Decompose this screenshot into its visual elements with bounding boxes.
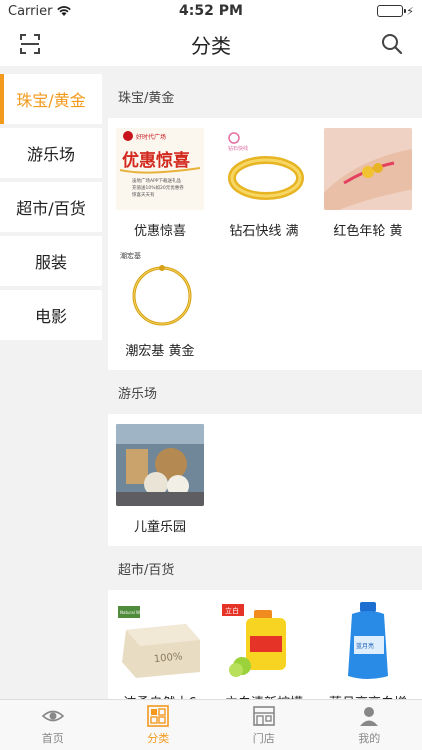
gold-bangle-image: 钻石快线 bbox=[220, 128, 308, 210]
svg-text:惊喜天天有: 惊喜天天有 bbox=[132, 191, 155, 198]
promo-headline: 优惠惊喜 bbox=[122, 150, 190, 171]
section-grid-jewelry: 好时代广场 优惠惊喜 凌地广场APP下载送礼品 充值送10%如20元优惠券 惊喜… bbox=[108, 118, 422, 370]
promo-poster-image: 好时代广场 优惠惊喜 凌地广场APP下载送礼品 充值送10%如20元优惠券 惊喜… bbox=[116, 128, 204, 210]
product-label: 红色年轮 黄 bbox=[333, 224, 403, 239]
brand-diamond: 钻石快线 bbox=[228, 145, 248, 152]
product-item[interactable]: 儿童乐园 bbox=[108, 420, 212, 540]
tab-label: 首页 bbox=[41, 731, 64, 745]
sidebar-item-supermarket[interactable]: 超市/百货 bbox=[0, 182, 102, 232]
brand-chaohongji: 潮宏基 bbox=[120, 251, 141, 260]
tab-profile[interactable]: 我的 bbox=[317, 700, 422, 750]
eye-icon bbox=[41, 710, 64, 721]
bracelet-wrist-image bbox=[324, 128, 412, 210]
product-item[interactable]: 立白 立白清新柠檬 bbox=[212, 596, 316, 716]
sidebar-item-clothing[interactable]: 服装 bbox=[0, 236, 102, 286]
product-label: 钻石快线 满 bbox=[229, 224, 299, 239]
brand-libai: 立白 bbox=[225, 606, 239, 615]
battery-icon bbox=[377, 5, 407, 17]
user-icon bbox=[360, 706, 379, 726]
section-header-supermarket: 超市/百货 bbox=[108, 546, 422, 590]
tab-home[interactable]: 首页 bbox=[0, 700, 106, 750]
category-content: 珠宝/黄金 好时代广场 优惠惊喜 凌地广场APP下载送礼品 充值送10%如20元… bbox=[108, 74, 422, 722]
product-item[interactable]: 钻石快线 钻石快线 满 bbox=[212, 124, 316, 244]
gold-ring-image: 潮宏基 bbox=[116, 248, 204, 330]
detergent-bottle-image: 立白 bbox=[220, 600, 308, 682]
product-item[interactable]: Natural Wood 100% 洁柔自然木6 bbox=[108, 596, 212, 716]
scan-icon[interactable] bbox=[18, 32, 42, 56]
brand-jierou: Natural Wood bbox=[120, 610, 148, 615]
section-header-jewelry: 珠宝/黄金 bbox=[108, 74, 422, 118]
section-grid-playground: 儿童乐园 bbox=[108, 414, 422, 546]
sidebar-item-movies[interactable]: 电影 bbox=[0, 290, 102, 340]
sidebar-item-jewelry-gold[interactable]: 珠宝/黄金 bbox=[0, 74, 102, 124]
brand-bluemoon: 蓝月亮 bbox=[356, 642, 374, 650]
svg-text:充值送10%如20元优惠券: 充值送10%如20元优惠券 bbox=[132, 184, 184, 191]
sidebar-item-playground[interactable]: 游乐场 bbox=[0, 128, 102, 178]
product-label: 优惠惊喜 bbox=[133, 224, 186, 239]
product-item[interactable]: 红色年轮 黄 bbox=[316, 124, 420, 244]
tab-stores[interactable]: 门店 bbox=[211, 700, 317, 750]
product-item[interactable]: 潮宏基 潮宏基 黄金 bbox=[108, 244, 212, 364]
tab-label: 我的 bbox=[358, 731, 381, 745]
page-title: 分类 bbox=[191, 33, 231, 58]
product-label: 潮宏基 黄金 bbox=[125, 344, 195, 359]
store-icon bbox=[252, 705, 275, 726]
status-time: 4:52 PM bbox=[179, 3, 243, 19]
laundry-bottle-image: 蓝月亮 bbox=[324, 600, 412, 682]
status-bar: Carrier 4:52 PM ⚡ bbox=[0, 0, 422, 22]
tab-category[interactable]: 分类 bbox=[106, 700, 212, 750]
svg-text:凌地广场APP下载送礼品: 凌地广场APP下载送礼品 bbox=[132, 177, 182, 184]
nav-bar: 分类 bbox=[0, 22, 422, 66]
category-grid-icon bbox=[147, 704, 170, 727]
promo-brand: 好时代广场 bbox=[136, 133, 166, 141]
section-header-playground: 游乐场 bbox=[108, 370, 422, 414]
playground-image bbox=[116, 424, 204, 506]
search-icon[interactable] bbox=[380, 32, 404, 56]
tissue-pack-image: Natural Wood 100% bbox=[116, 600, 204, 682]
tab-label: 分类 bbox=[147, 731, 170, 745]
product-label: 儿童乐园 bbox=[133, 520, 186, 535]
tab-label: 门店 bbox=[252, 731, 275, 745]
category-sidebar: 珠宝/黄金 游乐场 超市/百货 服装 电影 bbox=[0, 74, 102, 344]
product-item[interactable]: 蓝月亮 蓝月亮亮白增 bbox=[316, 596, 420, 716]
tab-bar: 首页 分类 门店 我的 bbox=[0, 699, 422, 750]
product-item[interactable]: 好时代广场 优惠惊喜 凌地广场APP下载送礼品 充值送10%如20元优惠券 惊喜… bbox=[108, 124, 212, 244]
